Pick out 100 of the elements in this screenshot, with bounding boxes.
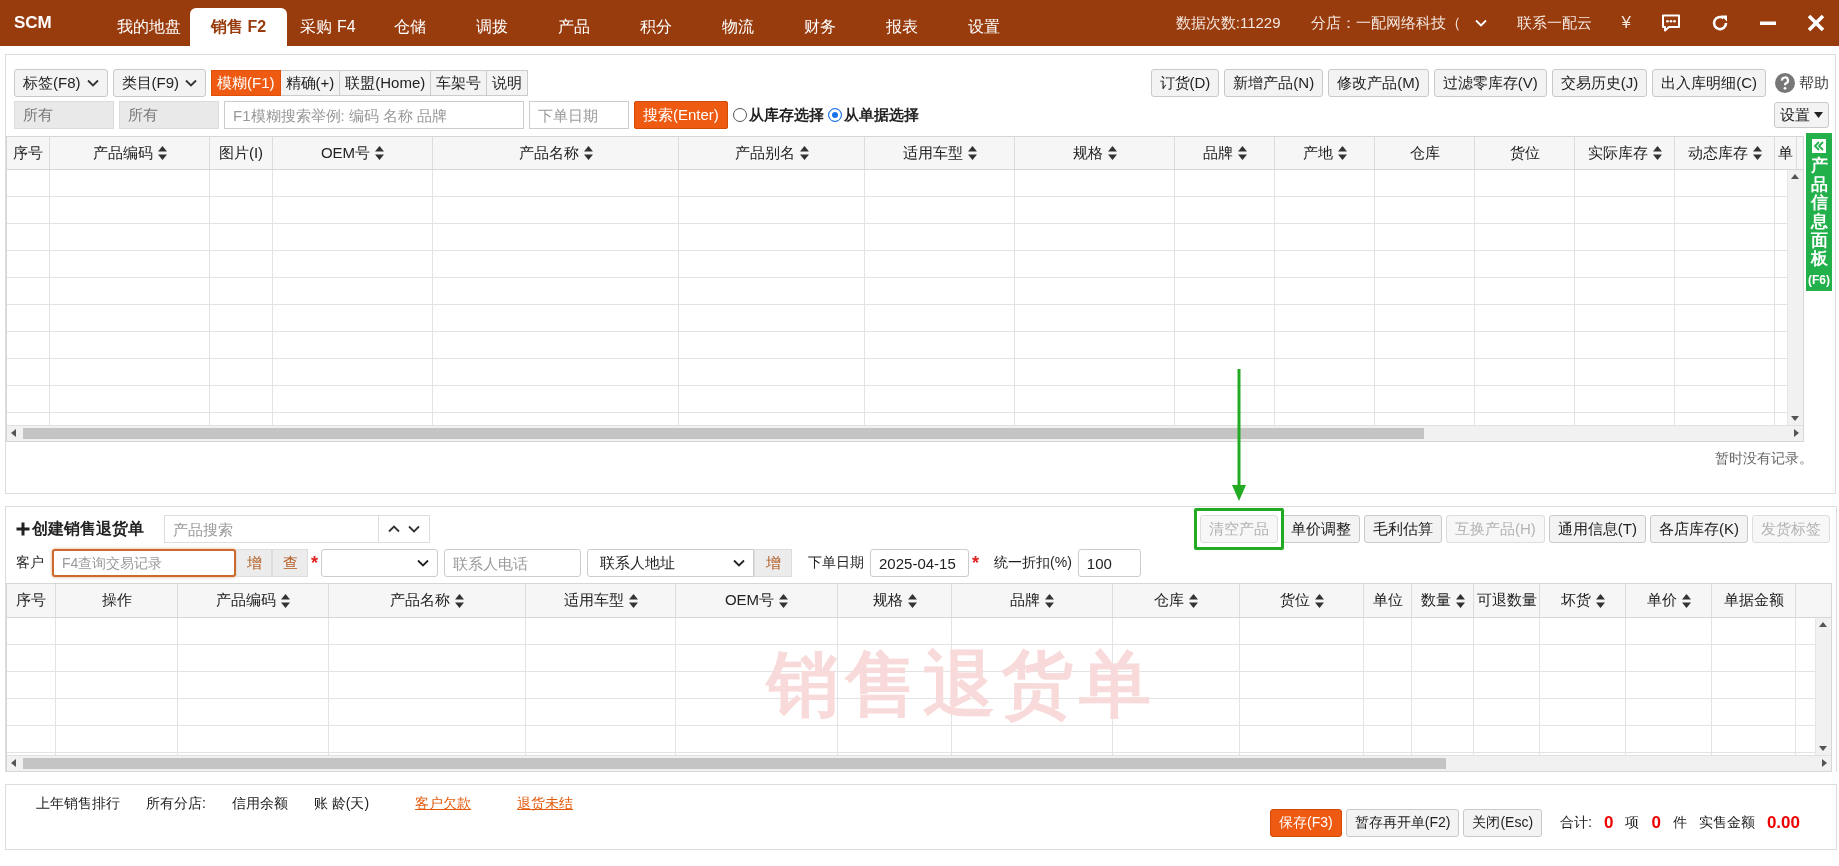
report-link[interactable]: 客户欠款 <box>415 795 472 813</box>
filter-dropdown[interactable]: 标签(F8) <box>14 69 108 97</box>
column-header: 序号 <box>7 137 50 169</box>
create-order-button[interactable]: 创建销售退货单 <box>16 518 144 540</box>
sort-icon <box>1314 593 1324 608</box>
nav-tab[interactable]: 仓储 <box>369 8 451 46</box>
sort-icon <box>1455 593 1465 608</box>
action-button[interactable]: 单价调整 <box>1282 515 1360 543</box>
total-value: 0.00 <box>1766 813 1800 833</box>
column-header[interactable]: 适用车型 <box>865 137 1015 169</box>
action-button[interactable]: 毛利估算 <box>1364 515 1442 543</box>
app-logo: SCM <box>13 13 53 33</box>
footer-button[interactable]: 暂存再开单(F2) <box>1345 809 1460 837</box>
settings-dropdown[interactable]: 设置 <box>1774 102 1829 128</box>
sort-icon <box>375 146 385 160</box>
column-header[interactable]: 品牌 <box>1175 137 1275 169</box>
help-icon <box>1775 73 1795 93</box>
stepper-control[interactable] <box>378 515 430 543</box>
column-header[interactable]: 单价 <box>1626 584 1712 617</box>
customer-field[interactable]: F4查询交易记录 <box>52 549 236 577</box>
radio-button[interactable] <box>732 108 747 122</box>
nav-tab[interactable]: 我的地盘 <box>108 8 190 46</box>
branch-dropdown[interactable]: 分店：一配网络科技（ <box>1310 13 1487 33</box>
action-button[interactable]: 通用信息(T) <box>1548 515 1646 543</box>
chevron-down-icon <box>408 525 421 533</box>
column-header: 仓库 <box>1375 137 1475 169</box>
date-field[interactable]: 2025-04-15 <box>870 549 969 577</box>
nav-tab[interactable]: 财务 <box>779 8 861 46</box>
product-search-field[interactable]: 产品搜索 <box>164 515 378 543</box>
action-button[interactable]: 交易历史(J) <box>1551 69 1648 97</box>
date-field[interactable]: 下单日期 <box>529 101 629 129</box>
column-header[interactable]: 产品编码 <box>178 584 329 617</box>
chevron-down-icon <box>417 559 429 567</box>
refresh-icon[interactable] <box>1711 14 1729 32</box>
column-header: 单 <box>1775 137 1797 169</box>
action-button[interactable]: 各店库存(K) <box>1650 515 1748 543</box>
nav-tab[interactable]: 设置 <box>943 8 1025 46</box>
sort-icon <box>907 593 917 608</box>
filter-field[interactable]: 所有 <box>14 101 114 129</box>
column-header[interactable]: OEM号 <box>676 584 838 617</box>
action-button[interactable]: 出入库明细(C) <box>1652 69 1766 97</box>
filter-dropdown[interactable]: 类目(F9) <box>112 69 206 97</box>
phone-field[interactable]: 联系人电话 <box>444 549 581 577</box>
sort-icon <box>1595 593 1605 608</box>
sort-icon <box>1107 146 1117 160</box>
currency-button[interactable]: ¥ <box>1621 13 1631 33</box>
sort-icon <box>779 593 789 608</box>
sort-icon <box>1337 146 1347 160</box>
mode-tab[interactable]: 联盟(Home) <box>340 70 432 96</box>
action-button[interactable]: 新增产品(N) <box>1224 69 1324 97</box>
nav-tab[interactable]: 报表 <box>861 8 943 46</box>
nav-tab[interactable]: 调拨 <box>451 8 533 46</box>
nav-tab[interactable]: 物流 <box>697 8 779 46</box>
side-panel-title: 产品信息面板 <box>1810 157 1828 270</box>
help-link[interactable]: 帮助 <box>1775 73 1829 93</box>
column-header[interactable]: 产品名称 <box>433 137 679 169</box>
add-button[interactable]: 增 <box>754 549 792 577</box>
column-header[interactable]: 规格 <box>1015 137 1175 169</box>
radio-label[interactable]: 从单据选择 <box>843 105 919 125</box>
radio-button[interactable] <box>827 108 842 122</box>
nav-tab[interactable]: 产品 <box>533 8 615 46</box>
nav-tab[interactable]: 采购 F4 <box>287 8 369 46</box>
report-link[interactable]: 退货未结 <box>517 795 574 813</box>
filter-field[interactable]: 所有 <box>119 101 219 129</box>
chat-icon[interactable] <box>1661 14 1681 32</box>
footer-button[interactable]: 关闭(Esc) <box>1463 809 1543 837</box>
nav-tab[interactable]: 销售 F2 <box>190 8 287 46</box>
column-header[interactable]: 规格 <box>838 584 952 617</box>
total-value: 0 <box>1651 813 1661 833</box>
column-header[interactable]: OEM号 <box>273 137 433 169</box>
mode-tab[interactable]: 精确(+) <box>280 70 341 96</box>
radio-label[interactable]: 从库存选择 <box>748 105 824 125</box>
column-header[interactable]: 产地 <box>1275 137 1375 169</box>
lookup-button[interactable]: 查 <box>272 549 308 577</box>
column-header[interactable]: 仓库 <box>1113 584 1240 617</box>
action-button[interactable]: 过滤零库存(V) <box>1433 69 1547 97</box>
contact-link[interactable]: 联系一配云 <box>1516 13 1592 33</box>
add-button[interactable]: 增 <box>236 549 272 577</box>
column-header: 可退数量 <box>1474 584 1540 617</box>
close-icon[interactable] <box>1807 14 1825 32</box>
action-button[interactable]: 订货(D) <box>1150 69 1220 97</box>
mode-tab[interactable]: 车架号 <box>431 70 488 96</box>
column-header[interactable]: 品牌 <box>952 584 1113 617</box>
sort-icon <box>1237 146 1247 160</box>
discount-field[interactable]: 100 <box>1077 549 1141 577</box>
column-header[interactable]: 货位 <box>1240 584 1364 617</box>
column-header[interactable]: 产品名称 <box>329 584 526 617</box>
mode-tab[interactable]: 说明 <box>487 70 529 96</box>
column-header[interactable]: 实际库存 <box>1575 137 1675 169</box>
column-header[interactable]: 坏货 <box>1540 584 1626 617</box>
search-field[interactable]: F1模糊搜索举例: 编码 名称 品牌 <box>224 101 524 129</box>
column-header[interactable]: 产品编码 <box>50 137 210 169</box>
column-header[interactable]: 数量 <box>1412 584 1474 617</box>
column-header[interactable]: 动态库存 <box>1675 137 1775 169</box>
action-button[interactable]: 修改产品(M) <box>1328 69 1429 97</box>
nav-tab[interactable]: 积分 <box>615 8 697 46</box>
address-select[interactable]: 联系人地址 <box>587 549 754 577</box>
column-header[interactable]: 产品别名 <box>679 137 865 169</box>
stat-label: 信用余额 <box>231 795 288 813</box>
column-header[interactable]: 适用车型 <box>526 584 676 617</box>
